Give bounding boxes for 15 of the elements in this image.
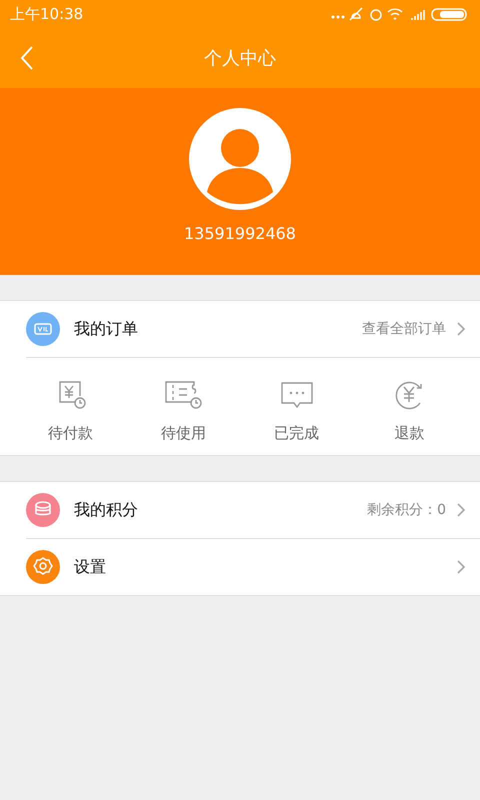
menu-row[interactable]: 设置	[0, 539, 480, 595]
order-status-button[interactable]: 待付款	[14, 378, 127, 443]
chevron-icon	[456, 321, 466, 337]
orders-row[interactable]: 我的订单 查看全部订单	[0, 301, 480, 357]
order-status-button[interactable]: 已完成	[240, 378, 353, 443]
order-status-button[interactable]: 退款	[353, 378, 466, 443]
order-status-button[interactable]: 待使用	[127, 378, 240, 443]
avatar[interactable]	[189, 108, 291, 210]
phone-number: 13591992468	[184, 224, 296, 243]
menu-row[interactable]: 我的积分 剩余积分：0	[0, 482, 480, 538]
back-icon	[20, 45, 34, 71]
chevron-icon	[456, 502, 466, 518]
chevron-icon	[456, 559, 466, 575]
page-title: 个人中心	[204, 47, 276, 70]
status-time: 上午10:38	[10, 4, 84, 24]
